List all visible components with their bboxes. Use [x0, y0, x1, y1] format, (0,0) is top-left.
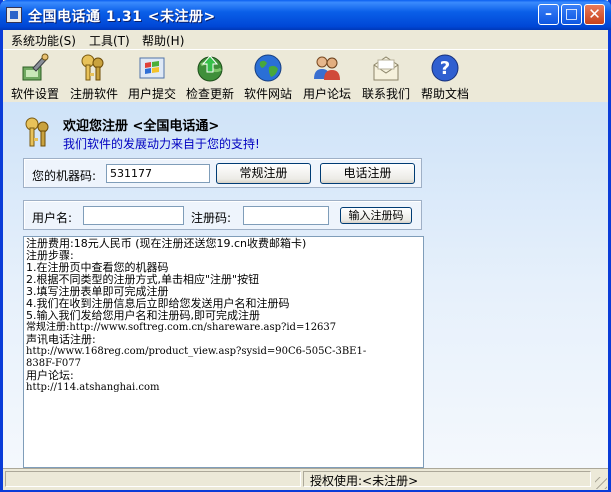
- info-line: http://www.168reg.com/product_view.asp?s…: [26, 346, 367, 357]
- toolbar-submit-button[interactable]: 用户提交: [122, 52, 182, 101]
- help-icon: ?: [431, 54, 459, 82]
- register-panel: 欢迎您注册 <全国电话通> 我们软件的发展动力来自于您的支持! 您的机器码: 常…: [3, 102, 608, 468]
- close-button[interactable]: ✕: [584, 4, 605, 25]
- update-globe-icon: [197, 55, 223, 82]
- envelope-icon: [373, 56, 399, 81]
- info-line: 用户论坛:: [26, 369, 74, 382]
- menu-tools[interactable]: 工具(T): [89, 32, 130, 49]
- info-line: 注册费用:18元人民币 (现在注册还送您19.cn收费邮箱卡): [26, 237, 307, 250]
- register-code-group: 用户名: 注册码: 输入注册码: [23, 200, 422, 230]
- info-line: 5.输入我们发给您用户名和注册码,即可完成注册: [26, 309, 260, 322]
- keys-icon: [81, 54, 104, 81]
- toolbar-submit-label: 用户提交: [127, 87, 176, 101]
- windows-icon: [139, 57, 165, 79]
- username-label: 用户名:: [32, 211, 73, 225]
- toolbar-website-label: 软件网站: [243, 87, 292, 101]
- toolbar-forum-label: 用户论坛: [302, 87, 351, 101]
- register-code-field[interactable]: [243, 206, 329, 225]
- toolbar-update-label: 检查更新: [185, 87, 234, 101]
- toolbar-register-label: 注册软件: [69, 87, 118, 101]
- settings-icon: [22, 53, 49, 81]
- toolbar-contact-label: 联系我们: [361, 87, 410, 101]
- license-status: 授权使用:<未注册>: [310, 474, 419, 488]
- status-bar: 授权使用:<未注册>: [3, 468, 608, 490]
- keys-icon: [25, 117, 49, 147]
- toolbar-update-button[interactable]: 检查更新: [180, 52, 240, 101]
- username-field[interactable]: [83, 206, 184, 225]
- register-code-label: 注册码:: [191, 211, 232, 225]
- machine-code-group: 您的机器码: 常规注册 电话注册: [23, 158, 422, 188]
- globe-icon: [254, 54, 282, 82]
- toolbar-contact-button[interactable]: 联系我们: [356, 52, 416, 101]
- menu-help[interactable]: 帮助(H): [142, 32, 184, 49]
- title-bar[interactable]: 全国电话通 1.31 <未注册> – □ ✕: [0, 0, 611, 30]
- status-cell-left: [5, 471, 301, 487]
- register-info-text[interactable]: 注册费用:18元人民币 (现在注册还送您19.cn收费邮箱卡) 注册步骤: 1.…: [23, 236, 424, 468]
- menu-bar: 系统功能(S) 工具(T) 帮助(H): [3, 30, 608, 49]
- toolbar-website-button[interactable]: 软件网站: [238, 52, 298, 101]
- welcome-title: 欢迎您注册 <全国电话通>: [63, 119, 220, 134]
- window-title: 全国电话通 1.31 <未注册>: [28, 9, 216, 25]
- users-icon: [314, 56, 340, 80]
- support-slogan: 我们软件的发展动力来自于您的支持!: [63, 137, 260, 151]
- machine-code-field[interactable]: [106, 164, 210, 183]
- toolbar-settings-button[interactable]: 软件设置: [5, 52, 65, 101]
- info-line: 声讯电话注册:: [26, 333, 96, 346]
- menu-system[interactable]: 系统功能(S): [11, 32, 76, 49]
- toolbar: 软件设置 注册软件 用户提交 检查更新 软件网站 用户论坛 联系我们 ? 帮助文…: [3, 49, 608, 103]
- maximize-button[interactable]: □: [561, 4, 582, 25]
- app-icon[interactable]: [6, 7, 22, 23]
- info-line: 838F-F077: [26, 358, 81, 369]
- resize-grip[interactable]: [595, 477, 607, 489]
- toolbar-help-label: 帮助文档: [420, 87, 469, 101]
- enter-code-button[interactable]: 输入注册码: [340, 207, 412, 224]
- normal-register-button[interactable]: 常规注册: [216, 163, 311, 184]
- toolbar-help-button[interactable]: ? 帮助文档: [415, 52, 475, 101]
- toolbar-register-button[interactable]: 注册软件: [64, 52, 124, 101]
- toolbar-forum-button[interactable]: 用户论坛: [297, 52, 357, 101]
- info-line: http://114.atshanghai.com: [26, 382, 160, 393]
- machine-code-label: 您的机器码:: [32, 169, 97, 183]
- minimize-button[interactable]: –: [538, 4, 559, 25]
- phone-register-button[interactable]: 电话注册: [320, 163, 415, 184]
- toolbar-settings-label: 软件设置: [10, 87, 59, 101]
- svg-text:?: ?: [440, 58, 450, 79]
- main-window: 全国电话通 1.31 <未注册> – □ ✕ 系统功能(S) 工具(T) 帮助(…: [0, 0, 611, 492]
